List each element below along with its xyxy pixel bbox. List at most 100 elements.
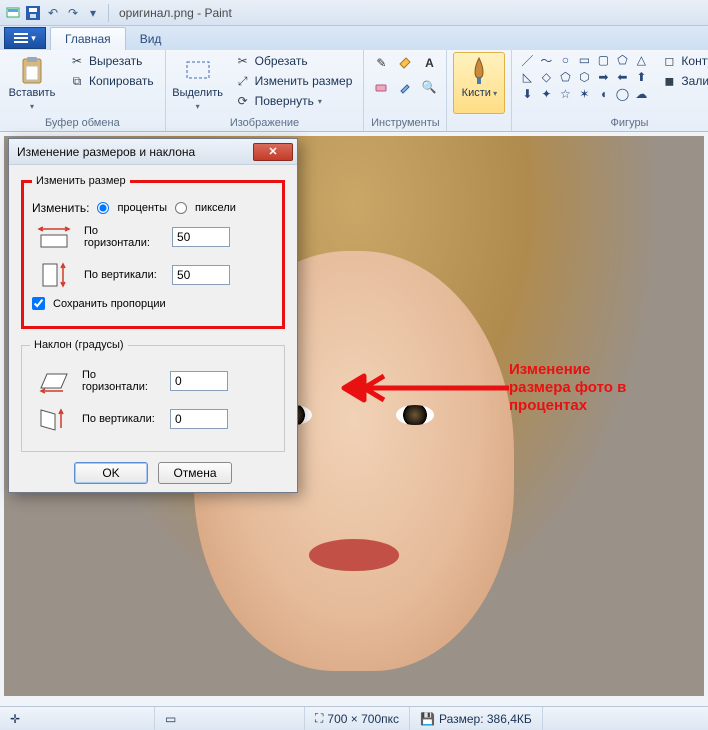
pencil-tool[interactable]: ✎ [370, 52, 392, 74]
cut-button[interactable]: ✂Вырезать [64, 52, 159, 70]
rotate-icon: ⟳ [235, 93, 251, 109]
copy-icon: ⧉ [69, 73, 85, 89]
shape-polygon[interactable]: ⬠ [613, 52, 631, 68]
shape-star4[interactable]: ✦ [537, 86, 555, 102]
status-size: 💾Размер: 386,4КБ [410, 707, 543, 730]
outline-button[interactable]: ◻Контур [656, 52, 708, 70]
selection-icon: ▭ [165, 712, 176, 726]
shape-pentagon[interactable]: ⬠ [556, 69, 574, 85]
change-by-label: Изменить: [32, 201, 89, 215]
horizontal-label: По горизонтали: [84, 225, 164, 249]
text-tool[interactable]: A [418, 52, 440, 74]
rotate-button[interactable]: ⟳Повернуть [230, 92, 358, 110]
vertical-label: По вертикали: [84, 269, 164, 281]
dimensions-icon: ⛶ [315, 711, 323, 726]
window-titlebar: ↶ ↷ ▾ оригинал.png - Paint [0, 0, 708, 26]
keep-aspect-checkbox[interactable] [32, 297, 45, 310]
group-image: Выделить ✂Обрезать ⤢Изменить размер ⟳Пов… [166, 50, 365, 131]
crop-icon: ✂ [235, 53, 251, 69]
shape-hexagon[interactable]: ⬡ [575, 69, 593, 85]
disk-icon: 💾 [420, 712, 435, 726]
shape-curve[interactable]: 〜 [537, 52, 555, 68]
resize-button[interactable]: ⤢Изменить размер [230, 72, 358, 90]
shape-callout-oval[interactable]: ◯ [613, 86, 631, 102]
fill-icon: ◼ [661, 73, 677, 89]
shape-arrow-d[interactable]: ⬇ [518, 86, 536, 102]
select-icon [184, 55, 212, 87]
tab-view[interactable]: Вид [126, 28, 176, 50]
skew-vertical-input[interactable] [170, 409, 228, 429]
shape-line[interactable]: ／ [518, 52, 536, 68]
shape-star6[interactable]: ✶ [575, 86, 593, 102]
divider [108, 4, 109, 22]
eraser-tool[interactable] [370, 76, 392, 98]
status-cursor-pos: ✛ [0, 707, 155, 730]
cancel-button[interactable]: Отмена [158, 462, 232, 484]
keep-aspect-label[interactable]: Сохранить пропорции [53, 298, 166, 310]
percent-radio[interactable] [97, 202, 109, 214]
annotation-text: Изменение размера фото в процентах [509, 361, 626, 415]
group-tools: ✎ A 🔍 Инструменты [364, 50, 447, 131]
shape-diamond[interactable]: ◇ [537, 69, 555, 85]
shape-callout-rounded[interactable]: ◖ [594, 86, 612, 102]
paste-label: Вставить [7, 87, 57, 113]
skew-horizontal-input[interactable] [170, 371, 228, 391]
vertical-resize-icon [32, 259, 76, 291]
pixels-label[interactable]: пиксели [195, 202, 236, 214]
fill-button[interactable]: ◼Заливка [656, 72, 708, 90]
skew-legend: Наклон (градусы) [30, 339, 128, 351]
shape-arrow-r[interactable]: ➡ [594, 69, 612, 85]
brush-icon [466, 55, 492, 87]
ribbon-tabs: Главная Вид [0, 26, 708, 50]
shape-rtriangle[interactable]: ◺ [518, 69, 536, 85]
status-bar: ✛ ▭ ⛶700 × 700пкс 💾Размер: 386,4КБ [0, 706, 708, 730]
resize-fieldset: Изменить размер Изменить: проценты пиксе… [21, 175, 285, 329]
group-shapes: ／ 〜 ○ ▭ ▢ ⬠ △ ◺ ◇ ⬠ ⬡ ➡ ⬅ ⬆ ⬇ ✦ ☆ ✶ ◖ ◯ [512, 50, 708, 131]
select-button[interactable]: Выделить [172, 52, 224, 114]
brushes-button[interactable]: Кисти [453, 52, 505, 114]
copy-button[interactable]: ⧉Копировать [64, 72, 159, 90]
shape-arrow-u[interactable]: ⬆ [632, 69, 650, 85]
window-title: оригинал.png - Paint [119, 6, 232, 20]
resize-skew-dialog: Изменение размеров и наклона ✕ Изменить … [8, 138, 298, 493]
shape-oval[interactable]: ○ [556, 52, 574, 68]
status-selection: ▭ [155, 707, 305, 730]
shape-rect[interactable]: ▭ [575, 52, 593, 68]
shapes-gallery[interactable]: ／ 〜 ○ ▭ ▢ ⬠ △ ◺ ◇ ⬠ ⬡ ➡ ⬅ ⬆ ⬇ ✦ ☆ ✶ ◖ ◯ [518, 52, 650, 102]
fill-tool[interactable] [394, 52, 416, 74]
app-icon [4, 4, 22, 22]
pixels-radio[interactable] [175, 202, 187, 214]
shape-callout-cloud[interactable]: ☁ [632, 86, 650, 102]
outline-icon: ◻ [661, 53, 677, 69]
picker-tool[interactable] [394, 76, 416, 98]
paste-button[interactable]: Вставить [6, 52, 58, 114]
shape-triangle[interactable]: △ [632, 52, 650, 68]
save-icon[interactable] [24, 4, 42, 22]
vertical-input[interactable] [172, 265, 230, 285]
ribbon: Вставить ✂Вырезать ⧉Копировать Буфер обм… [0, 50, 708, 132]
resize-icon: ⤢ [235, 73, 251, 89]
qat-customize-icon[interactable]: ▾ [84, 4, 102, 22]
horizontal-input[interactable] [172, 227, 230, 247]
shape-arrow-l[interactable]: ⬅ [613, 69, 631, 85]
skew-vertical-icon [30, 403, 74, 435]
magnifier-tool[interactable]: 🔍 [418, 76, 440, 98]
percent-label[interactable]: проценты [117, 202, 167, 214]
status-dimensions: ⛶700 × 700пкс [305, 707, 410, 730]
close-button[interactable]: ✕ [253, 143, 293, 161]
shape-roundrect[interactable]: ▢ [594, 52, 612, 68]
crop-button[interactable]: ✂Обрезать [230, 52, 358, 70]
group-label: Буфер обмена [6, 117, 159, 131]
redo-icon[interactable]: ↷ [64, 4, 82, 22]
tab-home[interactable]: Главная [50, 27, 126, 50]
horizontal-resize-icon [32, 221, 76, 253]
dialog-titlebar[interactable]: Изменение размеров и наклона ✕ [9, 139, 297, 165]
skew-horizontal-icon [30, 365, 74, 397]
scissors-icon: ✂ [69, 53, 85, 69]
ok-button[interactable]: OK [74, 462, 148, 484]
skew-fieldset: Наклон (градусы) По горизонтали: По верт… [21, 339, 285, 452]
file-menu-button[interactable] [4, 27, 46, 49]
undo-icon[interactable]: ↶ [44, 4, 62, 22]
resize-legend: Изменить размер [32, 175, 130, 187]
shape-star5[interactable]: ☆ [556, 86, 574, 102]
